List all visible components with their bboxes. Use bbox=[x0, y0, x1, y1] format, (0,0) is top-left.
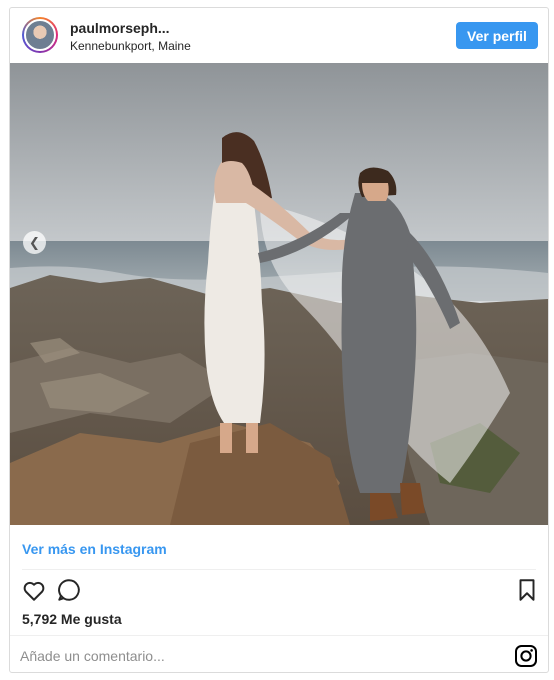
carousel-prev-button[interactable]: ❮ bbox=[23, 231, 46, 254]
post-header: paulmorseph... Kennebunkport, Maine Ver … bbox=[10, 8, 548, 63]
avatar-image bbox=[24, 19, 56, 51]
divider bbox=[22, 569, 536, 570]
heart-icon bbox=[23, 582, 45, 601]
instagram-embed-card: paulmorseph... Kennebunkport, Maine Ver … bbox=[9, 7, 549, 673]
likes-count: 5,792 Me gusta bbox=[22, 611, 122, 627]
avatar[interactable] bbox=[22, 17, 58, 53]
location[interactable]: Kennebunkport, Maine bbox=[70, 39, 191, 53]
instagram-icon bbox=[515, 645, 537, 667]
post-photo[interactable] bbox=[10, 63, 548, 525]
view-more-link[interactable]: Ver más en Instagram bbox=[22, 541, 167, 557]
bookmark-icon bbox=[519, 579, 535, 601]
divider bbox=[10, 635, 548, 636]
comment-input[interactable] bbox=[20, 646, 490, 666]
save-button[interactable] bbox=[514, 577, 540, 603]
view-profile-button[interactable]: Ver perfil bbox=[456, 22, 538, 49]
like-button[interactable] bbox=[21, 577, 47, 603]
username[interactable]: paulmorseph... bbox=[70, 20, 170, 36]
comment-icon bbox=[58, 579, 80, 601]
instagram-logo-link[interactable] bbox=[514, 644, 538, 668]
comment-button[interactable] bbox=[56, 577, 82, 603]
chevron-left-icon: ❮ bbox=[29, 234, 40, 250]
